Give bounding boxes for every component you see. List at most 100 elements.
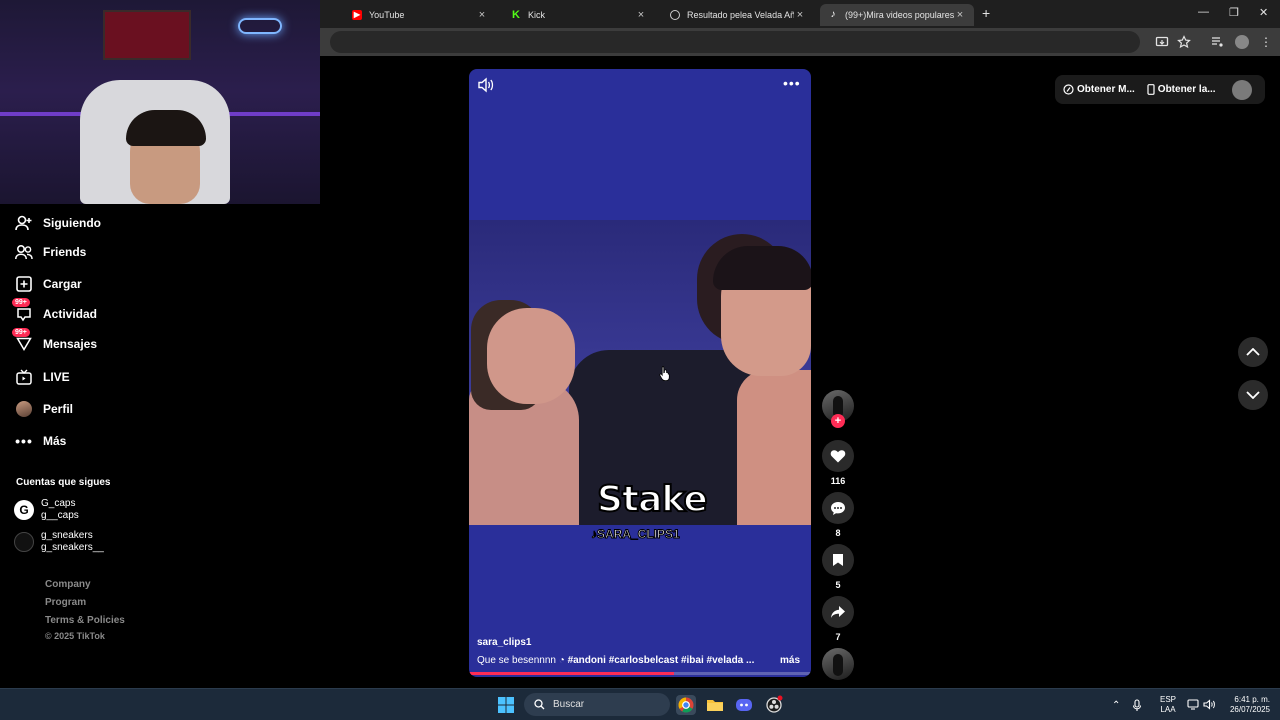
sidebar-item-label: Mensajes xyxy=(43,337,98,351)
hashtag[interactable]: #velada xyxy=(707,655,744,666)
heart-icon xyxy=(830,450,846,463)
video-player[interactable]: ••• Stake ♪SARA_CLIPS1 sara_clips1 Que s… xyxy=(469,69,811,677)
tab-kick[interactable]: K Kick × xyxy=(503,4,655,26)
video-author[interactable]: sara_clips1 xyxy=(477,637,532,648)
figure-left-head xyxy=(487,308,575,404)
chatgpt-icon xyxy=(670,10,680,20)
url-field[interactable] xyxy=(330,31,1140,53)
sidebar-item-label: Perfil xyxy=(43,402,74,416)
music-disc-avatar[interactable] xyxy=(822,648,854,680)
caption-more-link[interactable]: más xyxy=(780,655,800,666)
close-icon[interactable]: × xyxy=(954,9,966,21)
install-app-icon[interactable] xyxy=(1155,35,1169,49)
comment-button[interactable] xyxy=(822,492,854,524)
close-icon[interactable]: × xyxy=(794,9,806,21)
followed-account[interactable]: G G_caps g__caps xyxy=(14,498,79,522)
volume-icon[interactable] xyxy=(477,77,495,93)
save-button[interactable] xyxy=(822,544,854,576)
tray-overflow-icon[interactable]: ⌃ xyxy=(1112,700,1120,711)
sidebar-item-friends[interactable]: Friends xyxy=(14,241,86,263)
bookmark-icon xyxy=(833,554,843,566)
friends-icon xyxy=(14,243,34,261)
clock-date: 26/07/2025 xyxy=(1229,705,1270,714)
tab-tiktok[interactable]: ♪ (99+)Mira videos populares sob × xyxy=(820,4,974,26)
sidebar-item-mas[interactable]: ••• Más xyxy=(14,430,66,452)
sidebar-item-actividad[interactable]: 99+ Actividad xyxy=(12,298,98,325)
sidebar-item-cargar[interactable]: Cargar xyxy=(14,273,82,295)
hashtag[interactable]: #andoni xyxy=(568,655,606,666)
get-app-label: Obtener la... xyxy=(1157,84,1216,95)
share-button[interactable] xyxy=(822,596,854,628)
close-icon[interactable]: × xyxy=(476,9,488,21)
minimize-icon[interactable]: — xyxy=(1198,6,1209,18)
hashtag[interactable]: #carlosbelcast xyxy=(609,655,679,666)
discord-icon[interactable] xyxy=(734,695,754,715)
windows-taskbar: Buscar ⌃ ESP LAA 6:41 p. m. 26/07/2025 xyxy=(0,688,1280,720)
get-app-button[interactable]: Obtener la... xyxy=(1147,84,1216,95)
file-explorer-icon[interactable] xyxy=(705,695,725,715)
close-window-icon[interactable]: ✕ xyxy=(1259,6,1268,19)
coin-icon xyxy=(1063,84,1074,95)
previous-video-button[interactable] xyxy=(1238,337,1268,367)
taskbar-clock[interactable]: 6:41 p. m. 26/07/2025 xyxy=(1222,695,1270,715)
follow-plus-icon[interactable]: + xyxy=(831,414,845,428)
volume-tray-icon[interactable] xyxy=(1203,699,1216,710)
browser-menu-icon[interactable]: ⋮ xyxy=(1260,35,1274,49)
language-indicator[interactable]: ESP LAA xyxy=(1160,695,1176,715)
like-button[interactable] xyxy=(822,440,854,472)
lang-layout: LAA xyxy=(1160,705,1176,714)
next-video-button[interactable] xyxy=(1238,380,1268,410)
sidebar-item-siguiendo[interactable]: Siguiendo xyxy=(14,212,101,234)
user-avatar[interactable] xyxy=(1232,80,1252,100)
tab-label: YouTube xyxy=(369,10,405,20)
sidebar-item-perfil[interactable]: Perfil xyxy=(14,398,73,420)
neon-sign xyxy=(238,18,282,34)
caption-ellipsis: ... xyxy=(746,655,755,666)
account-avatar xyxy=(14,532,34,552)
hand-cursor-icon xyxy=(659,366,670,381)
windows-start-icon[interactable] xyxy=(498,697,514,713)
video-progress-bar[interactable] xyxy=(469,672,811,675)
search-icon xyxy=(534,699,545,710)
bookmark-star-icon[interactable] xyxy=(1177,35,1191,49)
maximize-icon[interactable]: ❐ xyxy=(1229,6,1239,19)
comment-count: 8 xyxy=(835,528,841,538)
sidebar-item-label: Actividad xyxy=(43,307,98,321)
taskbar-search[interactable]: Buscar xyxy=(524,693,670,716)
upload-icon xyxy=(14,275,34,293)
media-control-icon[interactable] xyxy=(1210,35,1224,49)
followed-account[interactable]: g_sneakers g_sneakers__ xyxy=(14,530,104,554)
more-options-icon[interactable]: ••• xyxy=(783,75,801,91)
sidebar-item-mensajes[interactable]: 99+ Mensajes xyxy=(12,328,98,355)
following-icon xyxy=(14,214,34,232)
microphone-icon[interactable] xyxy=(1132,698,1142,712)
sidebar-item-label: Más xyxy=(43,434,67,448)
hashtag[interactable]: #ibai xyxy=(681,655,704,666)
chrome-taskbar-icon[interactable] xyxy=(676,695,696,715)
sidebar-item-label: Cargar xyxy=(43,277,82,291)
video-progress-fill xyxy=(469,672,675,675)
figure-right-hair xyxy=(713,246,811,290)
tab-youtube[interactable]: ▶ YouTube × xyxy=(344,4,496,26)
profile-avatar[interactable] xyxy=(1235,35,1249,49)
sidebar-item-label: LIVE xyxy=(43,370,70,384)
close-icon[interactable]: × xyxy=(635,9,647,21)
sidebar-item-live[interactable]: LIVE xyxy=(14,366,70,388)
clock-time: 6:41 p. m. xyxy=(1234,695,1270,704)
caption-text: Que se besennnn xyxy=(477,655,556,666)
new-tab-button[interactable]: + xyxy=(982,5,990,21)
footer-link-program[interactable]: Program xyxy=(45,597,86,608)
messages-icon: 99+ xyxy=(12,328,34,353)
chevron-up-icon xyxy=(1246,348,1260,356)
footer-link-company[interactable]: Company xyxy=(45,579,91,590)
footer-link-terms[interactable]: Terms & Policies xyxy=(45,615,125,626)
get-coins-button[interactable]: Obtener M... xyxy=(1063,84,1135,95)
lang-code: ESP xyxy=(1160,695,1177,704)
get-coins-label: Obtener M... xyxy=(1077,84,1135,95)
tab-chatgpt[interactable]: Resultado pelea Velada Año × xyxy=(662,4,814,26)
stake-logo: Stake xyxy=(596,478,709,521)
obs-icon[interactable] xyxy=(764,695,784,715)
tab-label: Kick xyxy=(528,10,546,20)
network-icon[interactable] xyxy=(1187,699,1199,710)
tab-label: Resultado pelea Velada Año xyxy=(687,10,794,20)
